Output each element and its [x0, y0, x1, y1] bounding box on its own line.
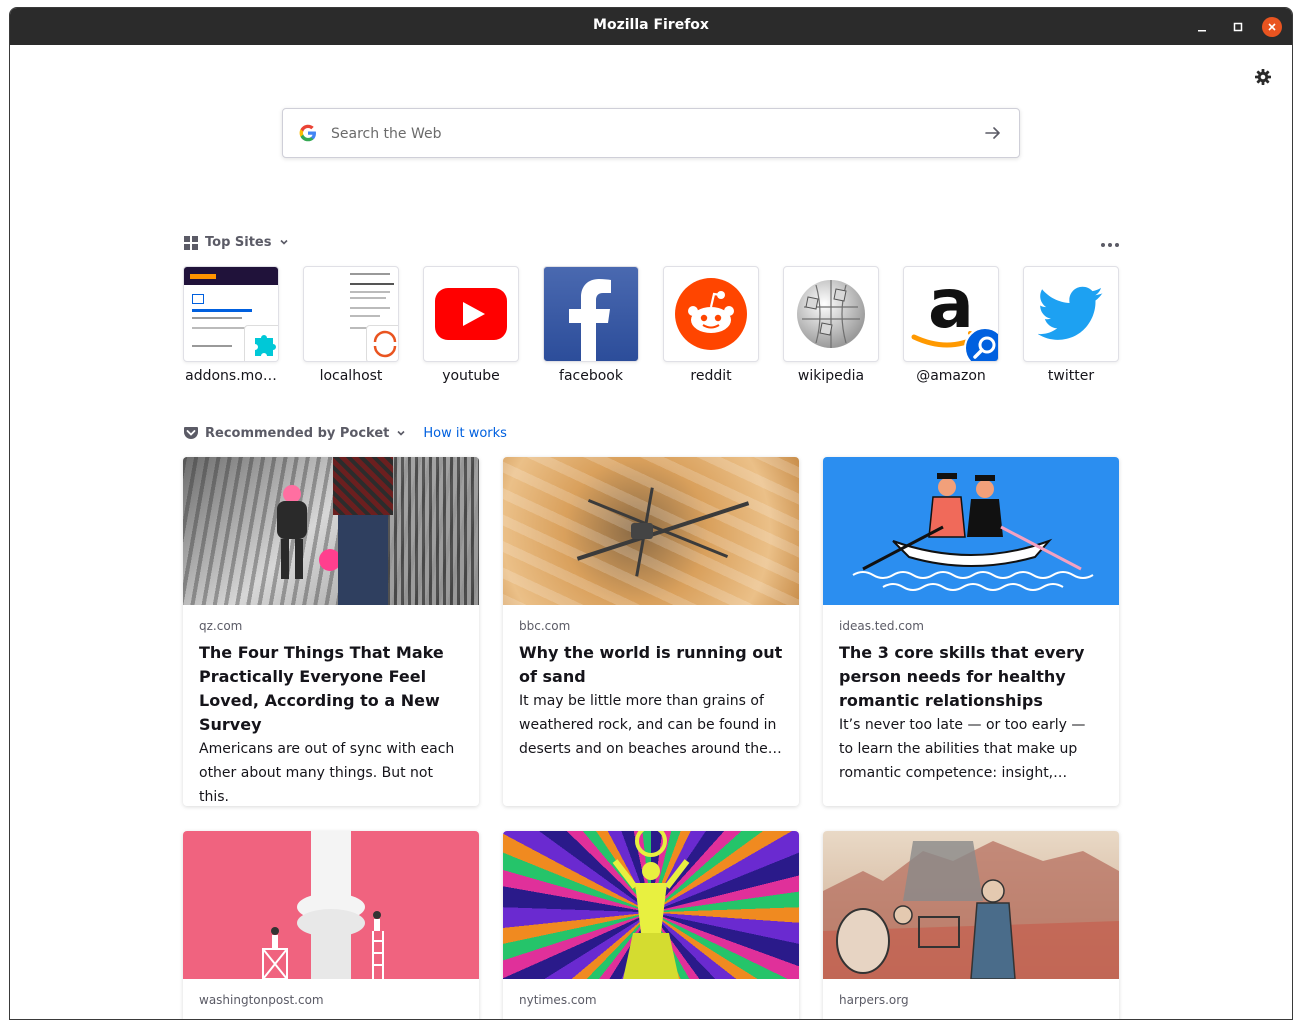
more-icon[interactable]: [1100, 241, 1120, 249]
story-card[interactable]: nytimes.com: [503, 831, 799, 1019]
close-button[interactable]: [1262, 17, 1282, 37]
pocket-title[interactable]: Recommended by Pocket: [205, 426, 389, 441]
reddit-icon: [675, 278, 747, 350]
story-source: bbc.com: [519, 619, 571, 633]
how-it-works-link[interactable]: How it works: [423, 426, 507, 441]
reddit-thumbnail: [663, 266, 759, 362]
painting-illustration: [823, 841, 1119, 979]
story-image: [823, 457, 1119, 605]
facebook-icon: [569, 279, 611, 361]
story-excerpt: Americans are out of sync with each othe…: [199, 741, 455, 805]
story-image: [183, 831, 479, 979]
top-site-tile[interactable]: reddit: [663, 266, 759, 384]
wikipedia-icon: [797, 280, 865, 348]
story-title: Why the world is running out of sand: [519, 643, 783, 686]
search-input[interactable]: [329, 119, 973, 149]
story-excerpt: It’s never too late — or too early — to …: [839, 717, 1086, 781]
youtube-icon: [435, 288, 507, 340]
top-site-tile[interactable]: twitter: [1023, 266, 1119, 384]
grid-icon: [184, 236, 198, 250]
wikipedia-thumbnail: [783, 266, 879, 362]
twitter-thumbnail: [1023, 266, 1119, 362]
top-site-label: @amazon: [916, 368, 986, 384]
chevron-down-icon: [279, 239, 288, 245]
minimize-icon: [1198, 30, 1206, 32]
top-site-tile[interactable]: addons.mo…: [183, 266, 279, 384]
arrow-right-icon[interactable]: [983, 123, 1003, 143]
story-source: nytimes.com: [519, 993, 597, 1007]
story-source: qz.com: [199, 619, 243, 633]
maximize-button[interactable]: [1228, 17, 1248, 37]
search-box[interactable]: [282, 108, 1020, 158]
youtube-thumbnail: [423, 266, 519, 362]
top-site-label: facebook: [559, 368, 623, 384]
top-site-tile[interactable]: youtube: [423, 266, 519, 384]
minimize-button[interactable]: [1192, 17, 1212, 37]
new-tab-page: Top Sites addons.mo…: [10, 45, 1292, 1019]
statuette-illustration: [612, 831, 690, 979]
window-title: Mozilla Firefox: [593, 17, 709, 33]
puzzle-icon: [255, 335, 276, 356]
addons-thumbnail: [183, 266, 279, 362]
top-site-tile[interactable]: localhost: [303, 266, 399, 384]
pocket-header: Recommended by Pocket How it works: [183, 425, 507, 441]
story-source: washingtonpost.com: [199, 993, 324, 1007]
localhost-thumbnail: [303, 266, 399, 362]
top-site-label: twitter: [1047, 368, 1095, 384]
story-image: [823, 831, 1119, 979]
gear-icon: [1255, 69, 1271, 85]
story-card[interactable]: bbc.com Why the world is running out of …: [503, 457, 799, 806]
top-site-label: addons.mo…: [185, 368, 277, 384]
rowboat-illustration: [852, 473, 1094, 591]
top-site-label: reddit: [690, 368, 732, 384]
story-title: The Four Things That Make Practically Ev…: [199, 643, 444, 734]
top-sites-header[interactable]: Top Sites: [183, 234, 290, 250]
amazon-thumbnail: a: [903, 266, 999, 362]
personalize-button[interactable]: [1253, 67, 1273, 87]
story-excerpt: It may be little more than grains of wea…: [519, 693, 782, 757]
story-card[interactable]: harpers.org: [823, 831, 1119, 1019]
story-card[interactable]: ideas.ted.com The 3 core skills that eve…: [823, 457, 1119, 806]
bone-illustration: [262, 831, 384, 979]
browser-window: Mozilla Firefox Search the Web Top Sites…: [9, 7, 1293, 1020]
localhost-icon: [373, 330, 397, 358]
top-site-label: youtube: [442, 368, 500, 384]
title-bar[interactable]: Mozilla Firefox: [10, 8, 1292, 45]
top-site-tile[interactable]: facebook: [543, 266, 639, 384]
top-site-label: localhost: [319, 368, 383, 384]
facebook-thumbnail: [543, 266, 639, 362]
top-sites-title: Top Sites: [205, 234, 272, 250]
maximize-icon: [1233, 22, 1243, 32]
pocket-icon: [184, 427, 198, 439]
search-badge-icon: [964, 327, 998, 361]
story-image: [503, 457, 799, 605]
close-icon: [1268, 23, 1276, 31]
story-image: [503, 831, 799, 979]
twitter-icon: [1038, 286, 1103, 340]
top-site-tile[interactable]: wikipedia: [783, 266, 879, 384]
story-source: harpers.org: [839, 993, 909, 1007]
story-source: ideas.ted.com: [839, 619, 924, 633]
story-card[interactable]: qz.com The Four Things That Make Practic…: [183, 457, 479, 806]
story-card[interactable]: washingtonpost.com: [183, 831, 479, 1019]
top-site-tile[interactable]: a @amazon: [903, 266, 999, 384]
story-title: The 3 core skills that every person need…: [839, 643, 1085, 710]
google-icon: [299, 124, 316, 142]
story-image: [183, 457, 479, 605]
top-site-label: wikipedia: [797, 368, 865, 384]
chevron-down-icon[interactable]: [395, 427, 407, 439]
